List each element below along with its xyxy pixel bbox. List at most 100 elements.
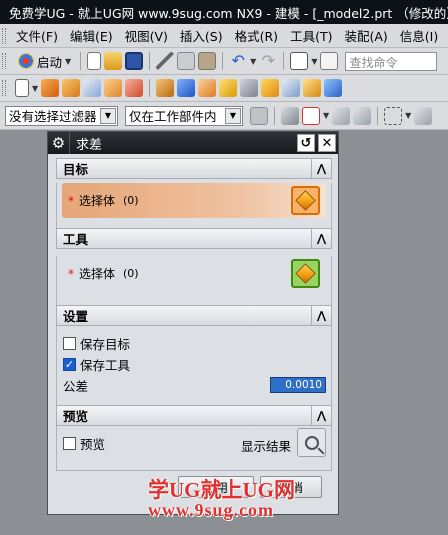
quick-pick-icon[interactable] bbox=[302, 106, 320, 125]
toolbar-separator bbox=[377, 106, 379, 125]
hole-icon[interactable] bbox=[83, 79, 102, 97]
toolbar-grip[interactable] bbox=[2, 53, 6, 69]
chevron-down-icon[interactable]: ▼ bbox=[311, 57, 317, 66]
collapse-icon[interactable]: ⋀ bbox=[311, 306, 331, 325]
tool-select-body-row[interactable]: * 选择体 (0) bbox=[62, 256, 326, 291]
view-style-icon[interactable] bbox=[414, 106, 433, 125]
menu-bar: 文件(F) 编辑(E) 视图(V) 插入(S) 格式(R) 工具(T) 装配(A… bbox=[0, 24, 448, 48]
menu-information[interactable]: 信息(I) bbox=[396, 26, 446, 45]
chamfer-icon[interactable] bbox=[282, 79, 301, 97]
preview-row[interactable]: 预览 显示结果 bbox=[57, 428, 331, 457]
undo-icon[interactable]: ↶ bbox=[229, 52, 247, 70]
dialog-title-bar: ⚙ 求差 ↺ ✕ bbox=[48, 132, 338, 154]
toolbar-separator bbox=[274, 106, 275, 125]
chevron-down-icon: ▼ bbox=[65, 56, 72, 66]
chevron-down-icon[interactable]: ▼ bbox=[405, 111, 411, 120]
point-icon[interactable] bbox=[332, 106, 351, 125]
chevron-down-icon[interactable]: ▼ bbox=[100, 107, 116, 124]
keep-tool-checkbox[interactable]: ✓ bbox=[63, 358, 76, 371]
extrude-icon[interactable] bbox=[41, 79, 60, 97]
section-header-preview[interactable]: 预览 ⋀ bbox=[56, 405, 332, 426]
intersect-icon[interactable] bbox=[219, 79, 238, 97]
menu-tools[interactable]: 工具(T) bbox=[286, 26, 340, 45]
draft-icon[interactable] bbox=[324, 79, 343, 97]
cut-icon[interactable] bbox=[156, 52, 175, 70]
open-folder-icon[interactable] bbox=[104, 52, 123, 70]
toolbar-separator bbox=[149, 52, 151, 70]
subtract-icon[interactable] bbox=[198, 79, 217, 97]
chevron-down-icon[interactable]: ▼ bbox=[250, 57, 256, 66]
type-filter-select[interactable]: 没有选择过滤器 ▼ bbox=[5, 105, 118, 126]
trim-body-icon[interactable] bbox=[240, 79, 259, 97]
command-finder-icon[interactable] bbox=[320, 52, 339, 70]
copy-icon[interactable] bbox=[177, 52, 196, 70]
preview-checkbox[interactable] bbox=[63, 437, 76, 450]
select-body-button[interactable] bbox=[291, 259, 320, 288]
toolbar-separator bbox=[149, 79, 151, 97]
dialog-body: 目标 ⋀ * 选择体 (0) 工具 ⋀ * 选择体 (0) 设置 ⋀ 保存目标 … bbox=[56, 158, 332, 471]
section-header-tool[interactable]: 工具 ⋀ bbox=[56, 228, 332, 249]
menu-assembly[interactable]: 装配(A) bbox=[340, 26, 395, 45]
start-button[interactable]: 启动 ▼ bbox=[15, 52, 74, 71]
close-icon[interactable]: ✕ bbox=[318, 134, 336, 152]
select-body-button[interactable] bbox=[291, 186, 320, 215]
keep-tool-row[interactable]: ✓ 保存工具 bbox=[57, 354, 331, 375]
assembly-filter-icon[interactable] bbox=[250, 106, 268, 125]
cube-icon bbox=[295, 190, 316, 211]
menu-edit[interactable]: 编辑(E) bbox=[66, 26, 121, 45]
pattern-icon[interactable] bbox=[156, 79, 175, 97]
sketch-icon[interactable] bbox=[15, 79, 29, 97]
dialog-title: 求差 bbox=[76, 137, 103, 153]
edge-blend-icon[interactable] bbox=[261, 79, 280, 97]
toolbar-grip[interactable] bbox=[2, 80, 6, 96]
menu-insert[interactable]: 插入(S) bbox=[176, 26, 231, 45]
select-count: (0) bbox=[123, 267, 139, 280]
vector-icon[interactable] bbox=[353, 106, 372, 125]
redo-icon[interactable]: ↷ bbox=[259, 52, 277, 70]
menu-format[interactable]: 格式(R) bbox=[231, 26, 286, 45]
search-input[interactable]: 查找命令 bbox=[345, 51, 438, 71]
section-body-preview: 预览 显示结果 bbox=[56, 426, 332, 471]
window-title: 免费学UG - 就上UG网 www.9sug.com NX9 - 建模 - [_… bbox=[9, 5, 448, 21]
selection-icon[interactable] bbox=[290, 52, 309, 70]
toolbar-separator bbox=[80, 52, 82, 70]
gear-icon[interactable]: ⚙ bbox=[48, 132, 70, 154]
chevron-down-icon[interactable]: ▼ bbox=[225, 107, 241, 124]
boss-icon[interactable] bbox=[104, 79, 123, 97]
section-header-settings[interactable]: 设置 ⋀ bbox=[56, 305, 332, 326]
show-result-button[interactable] bbox=[297, 428, 326, 457]
menu-view[interactable]: 视图(V) bbox=[121, 26, 176, 45]
shell-icon[interactable] bbox=[303, 79, 322, 97]
target-select-body-row[interactable]: * 选择体 (0) bbox=[62, 183, 326, 218]
required-star-icon: * bbox=[68, 266, 74, 281]
section-header-target[interactable]: 目标 ⋀ bbox=[56, 158, 332, 179]
revolve-icon[interactable] bbox=[62, 79, 81, 97]
collapse-icon[interactable]: ⋀ bbox=[311, 406, 331, 425]
reset-icon[interactable]: ↺ bbox=[297, 134, 315, 152]
snap-point-icon[interactable] bbox=[281, 106, 299, 125]
toolbar-grip[interactable] bbox=[2, 27, 6, 44]
paste-icon[interactable] bbox=[198, 52, 217, 70]
menu-file[interactable]: 文件(F) bbox=[12, 26, 66, 45]
chevron-down-icon[interactable]: ▼ bbox=[32, 84, 38, 93]
selection-toolbar: 没有选择过滤器 ▼ 仅在工作部件内 ▼ ▼ ▼ bbox=[0, 102, 448, 130]
type-filter-value: 没有选择过滤器 bbox=[9, 109, 97, 124]
pocket-icon[interactable] bbox=[125, 79, 144, 97]
collapse-icon[interactable]: ⋀ bbox=[311, 159, 331, 178]
chevron-down-icon[interactable]: ▼ bbox=[323, 111, 329, 120]
keep-target-label: 保存目标 bbox=[80, 337, 131, 352]
magnifier-icon bbox=[304, 435, 319, 450]
unite-icon[interactable] bbox=[177, 79, 196, 97]
collapse-icon[interactable]: ⋀ bbox=[311, 229, 331, 248]
section-title: 预览 bbox=[63, 409, 89, 424]
keep-target-checkbox[interactable] bbox=[63, 337, 76, 350]
box-select-icon[interactable] bbox=[384, 106, 403, 125]
toolbar-separator bbox=[283, 52, 285, 70]
save-icon[interactable] bbox=[125, 52, 144, 70]
scope-filter-select[interactable]: 仅在工作部件内 ▼ bbox=[125, 105, 243, 126]
scope-filter-value: 仅在工作部件内 bbox=[129, 109, 217, 124]
new-file-icon[interactable] bbox=[87, 52, 102, 70]
keep-target-row[interactable]: 保存目标 bbox=[57, 333, 331, 354]
tolerance-input[interactable]: 0.0010 bbox=[270, 377, 326, 393]
tolerance-row: 公差 0.0010 bbox=[57, 375, 331, 396]
